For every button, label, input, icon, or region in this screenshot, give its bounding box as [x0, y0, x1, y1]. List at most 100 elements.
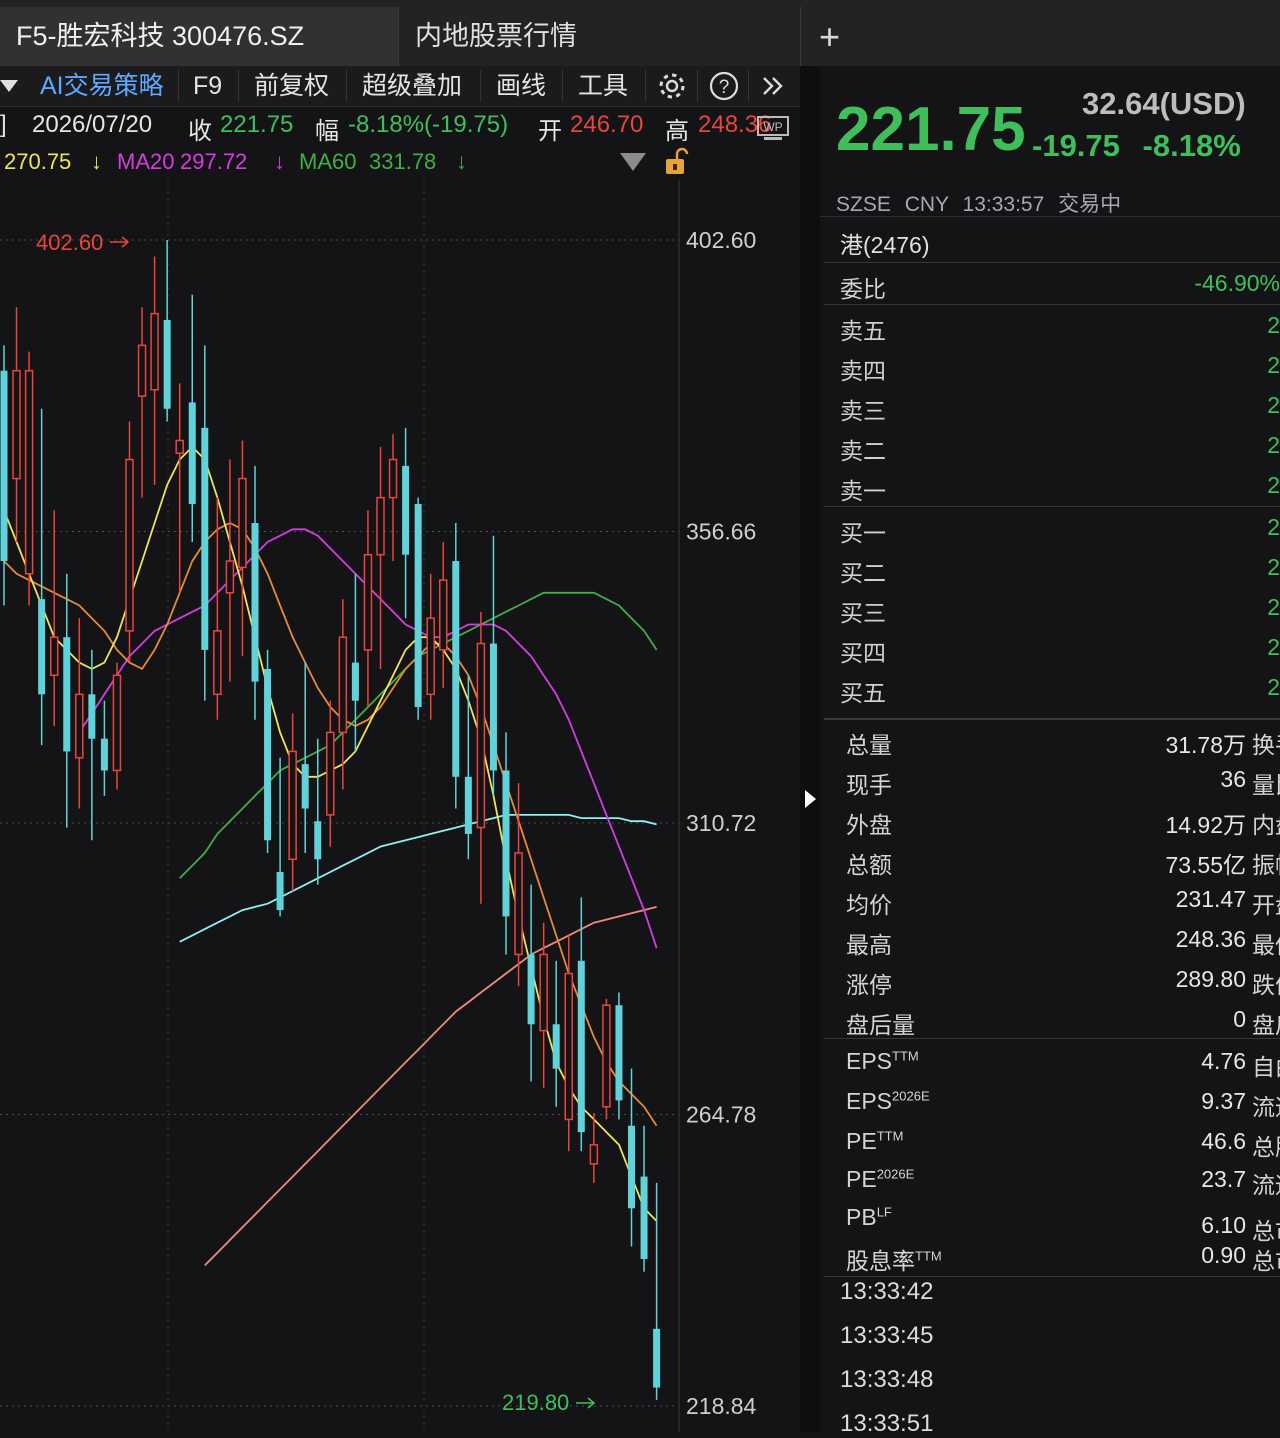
candle-body: [288, 750, 297, 861]
add-tab-button[interactable]: +: [800, 7, 870, 66]
open-label: 开: [538, 118, 562, 143]
svg-text:WP: WP: [763, 120, 782, 134]
candle-body: [552, 1024, 560, 1069]
divider: [824, 718, 1280, 720]
candle-body: [577, 960, 585, 1133]
candle-body: [602, 1004, 611, 1108]
wp-badge-icon[interactable]: WP: [756, 113, 790, 143]
bid-row: 买三 2: [840, 594, 1280, 634]
financial-row: EPS2026E 9.37流通: [846, 1088, 1280, 1128]
collapse-triangle-icon[interactable]: [618, 151, 648, 173]
ask-row: 卖二 2: [840, 432, 1280, 472]
stat-value: 248.36: [1175, 926, 1246, 952]
stat-label: 总量: [846, 732, 892, 758]
tab-stock[interactable]: F5-胜宏科技 300476.SZ: [0, 7, 398, 66]
tab-bar: F5-胜宏科技 300476.SZ 内地股票行情 +: [0, 0, 1280, 66]
bid-row: 买五 2: [840, 674, 1280, 714]
candle-body: [75, 693, 84, 759]
candle-body: [338, 636, 348, 734]
tick-time: 13:33:51: [840, 1410, 934, 1437]
panel-divider[interactable]: [800, 66, 820, 1432]
y-tick-label: 402.60: [686, 227, 756, 253]
candle-body: [376, 496, 385, 556]
stat-label-secondary: 内盘: [1252, 812, 1280, 838]
ask-price: 2: [1267, 432, 1280, 458]
quote-time: 13:33:57: [962, 193, 1045, 216]
info-date: 2026/07/20: [32, 111, 153, 138]
financial-value: 6.10: [1201, 1212, 1246, 1238]
exchange: SZSE: [836, 193, 891, 216]
ma-legend: 270.75 ↓ MA20 297.72 ↓ MA60 331.78 ↓: [0, 145, 720, 179]
candle-body: [201, 427, 209, 650]
financial-label-sup: TTM: [892, 1048, 919, 1064]
separator: [645, 70, 646, 102]
overlay-button[interactable]: 超级叠加: [362, 66, 462, 106]
bid-label: 买一: [840, 520, 886, 546]
financial-row: PBLF 6.10总市: [846, 1204, 1280, 1244]
low-marker-label: 219.80: [502, 1390, 569, 1415]
candle-body: [564, 972, 573, 1121]
dropdown-arrow-icon[interactable]: [0, 78, 20, 94]
help-icon[interactable]: ?: [708, 70, 740, 102]
financial-label-text: 股息率: [846, 1248, 915, 1274]
candle-body: [402, 465, 410, 555]
candle-body: [464, 776, 472, 834]
tools-button[interactable]: 工具: [578, 66, 628, 106]
candle-body: [63, 637, 71, 752]
stat-label-secondary: 盘后: [1252, 1012, 1280, 1038]
candle-body: [264, 668, 272, 841]
change-percent: -8.18%: [1142, 128, 1241, 163]
bid-price: 2: [1267, 554, 1280, 580]
ask-price: 2: [1267, 312, 1280, 338]
plot-area: [0, 180, 680, 1432]
candle-body: [502, 770, 510, 917]
trade-status: 交易中: [1058, 193, 1122, 216]
gear-icon[interactable]: [656, 70, 688, 102]
more-chevron-icon[interactable]: [758, 70, 790, 102]
close-label: 收: [188, 118, 212, 143]
ask-label: 卖二: [840, 438, 886, 464]
separator: [562, 70, 563, 102]
candlestick-chart[interactable]: 402.60 356.66 310.72 264.78 218.84 402.60 219.…: [0, 180, 800, 1432]
candle-body: [414, 503, 422, 708]
f9-button[interactable]: F9: [193, 66, 222, 106]
financial-label-secondary: 总市: [1252, 1248, 1280, 1274]
stat-label: 涨停: [846, 972, 892, 998]
info-cut-text: ]: [0, 111, 7, 138]
high-label: 高: [665, 118, 689, 143]
y-tick-label: 310.72: [686, 810, 756, 836]
tick-time: 13:33:45: [840, 1322, 934, 1349]
ai-strategy-button[interactable]: AI交易策略: [40, 66, 164, 106]
price-info-bar: ] 2026/07/20 收 221.75 幅 -8.18%(-19.75) 开…: [0, 107, 800, 143]
bid-price: 2: [1267, 514, 1280, 540]
unlock-icon[interactable]: [662, 147, 692, 177]
candle-body: [301, 764, 309, 809]
svg-text:?: ?: [719, 77, 730, 98]
expand-arrow-icon[interactable]: [803, 788, 817, 810]
draw-line-button[interactable]: 画线: [496, 66, 546, 106]
candle-body: [125, 458, 134, 632]
separator: [238, 70, 239, 102]
candle-body: [188, 402, 196, 504]
candle-body: [137, 344, 147, 397]
candle-body: [476, 642, 486, 829]
adjust-button[interactable]: 前复权: [254, 66, 329, 106]
high-marker-label: 402.60: [36, 230, 103, 255]
stat-label: 最高: [846, 932, 892, 958]
ask-label: 卖五: [840, 318, 886, 344]
ma20-down-arrow: ↓: [274, 149, 285, 174]
candle-body: [0, 370, 8, 562]
candle-body: [539, 953, 548, 1032]
ask-label: 卖四: [840, 358, 886, 384]
stat-label-secondary: 量比: [1252, 772, 1280, 798]
candle-body: [489, 643, 497, 771]
stat-value: 14.92万: [1165, 812, 1246, 838]
y-tick-label: 356.66: [686, 519, 756, 545]
tab-mainland-quotes[interactable]: 内地股票行情: [398, 7, 798, 66]
financial-row: EPSTTM 4.76自由: [846, 1048, 1280, 1088]
hk-link[interactable]: 港(2476): [840, 226, 929, 260]
financial-label: EPS2026E: [846, 1088, 930, 1115]
financial-value: 9.37: [1201, 1088, 1246, 1114]
tick-time: 13:33:48: [840, 1366, 934, 1393]
financial-label-secondary: 自由: [1252, 1054, 1280, 1080]
